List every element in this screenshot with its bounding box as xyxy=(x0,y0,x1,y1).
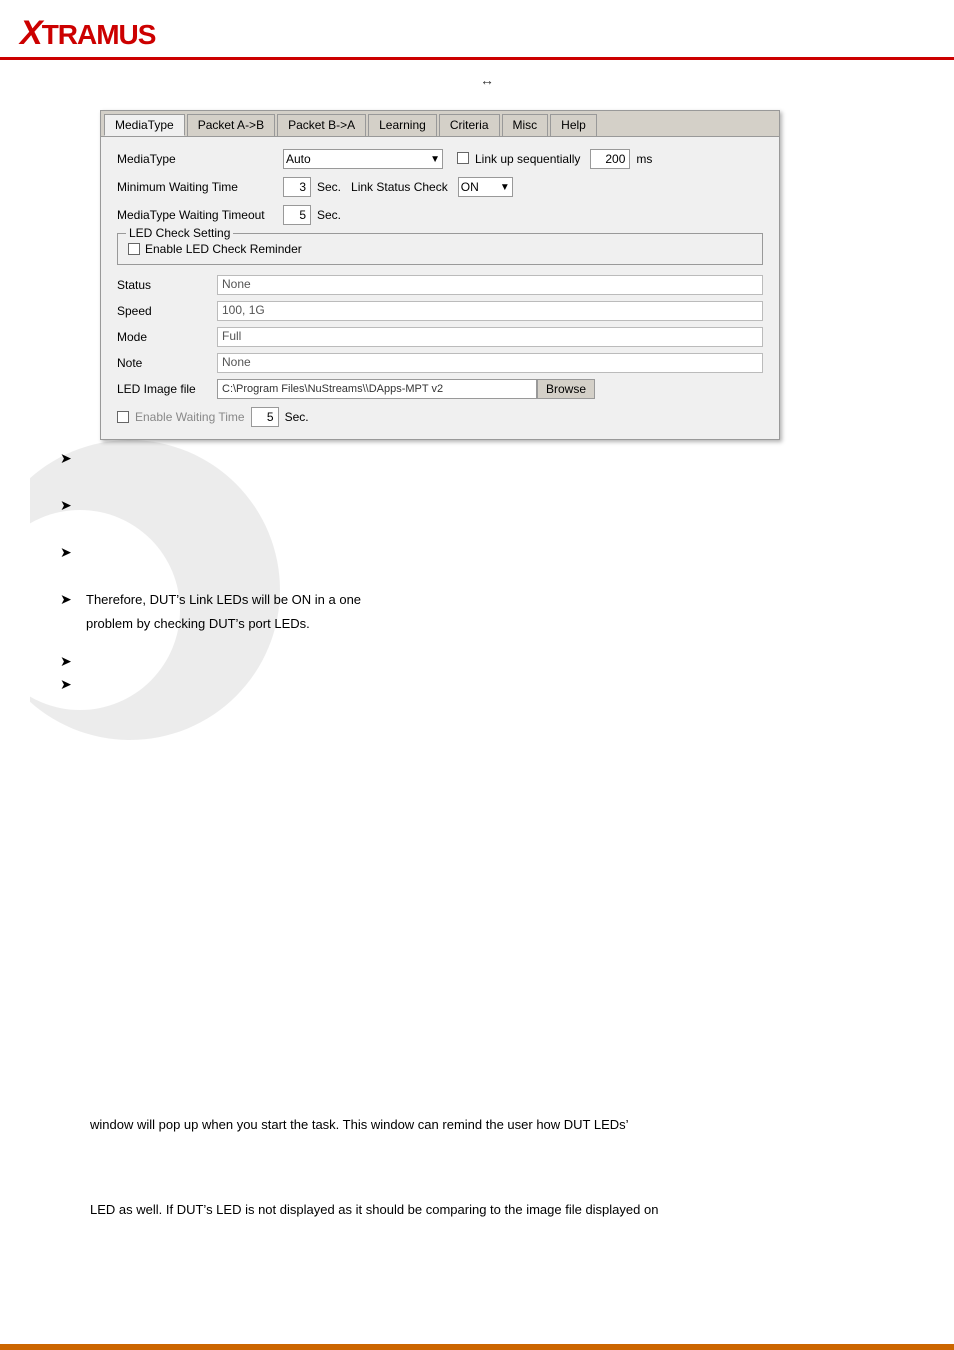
led-image-row: LED Image file Browse xyxy=(117,379,763,399)
min-wait-row: Minimum Waiting Time Sec. Link Status Ch… xyxy=(117,177,763,197)
note-row: Note None xyxy=(117,353,763,373)
dropdown-arrow-mediatype: ▼ xyxy=(430,154,440,165)
bullet-item-1: ➤ xyxy=(60,450,920,467)
tab-bar: MediaType Packet A->B Packet B->A Learni… xyxy=(101,111,779,137)
browse-button[interactable]: Browse xyxy=(537,379,595,399)
link-seq-check[interactable] xyxy=(457,152,469,164)
bullet-arrow-3: ➤ xyxy=(60,544,80,561)
enable-led-checkbox[interactable] xyxy=(128,243,140,255)
waiting-time-row: Enable Waiting Time Sec. xyxy=(117,407,763,427)
bullet-arrow-1: ➤ xyxy=(60,450,80,467)
bullet-text-4: Therefore, DUT’s Link LEDs will be ON in… xyxy=(86,591,361,609)
tab-misc[interactable]: Misc xyxy=(502,114,549,136)
footer-bar xyxy=(0,1344,954,1350)
logo-x: X xyxy=(20,14,42,52)
mode-label: Mode xyxy=(117,330,217,344)
status-label: Status xyxy=(117,278,217,292)
mediatype-row: MediaType Auto ▼ Link up sequentially ms xyxy=(117,149,763,169)
mediatype-dropdown[interactable]: Auto ▼ xyxy=(283,149,443,169)
enable-led-label[interactable]: Enable LED Check Reminder xyxy=(128,242,752,256)
note-value: None xyxy=(217,353,763,373)
bullet-item-2: ➤ xyxy=(60,497,920,514)
speed-row: Speed 100, 1G xyxy=(117,301,763,321)
timeout-label: MediaType Waiting Timeout xyxy=(117,208,277,222)
status-value: None xyxy=(217,275,763,295)
led-image-label: LED Image file xyxy=(117,382,217,396)
bullet-item-5: ➤ xyxy=(60,653,920,670)
link-seq-label: Link up sequentially xyxy=(475,152,580,166)
link-status-label: Link Status Check xyxy=(351,180,448,194)
dialog-content: MediaType Auto ▼ Link up sequentially ms… xyxy=(101,137,779,439)
dialog-box: MediaType Packet A->B Packet B->A Learni… xyxy=(100,110,780,440)
timeout-unit: Sec. xyxy=(317,208,341,222)
bullet-item-6: ➤ xyxy=(60,676,920,693)
timeout-row: MediaType Waiting Timeout Sec. xyxy=(117,205,763,225)
tab-packet-ba[interactable]: Packet B->A xyxy=(277,114,366,136)
link-status-value: ON xyxy=(461,180,493,194)
link-status-dropdown[interactable]: ON ▼ xyxy=(458,177,513,197)
waiting-time-label: Enable Waiting Time xyxy=(135,410,245,424)
mediatype-value: Auto xyxy=(286,152,325,166)
bullets-area: ➤ ➤ ➤ ➤ Therefore, DUT’s Link LEDs will … xyxy=(60,450,920,713)
text-block-1: window will pop up when you start the ta… xyxy=(90,1115,930,1135)
tab-packet-ab[interactable]: Packet A->B xyxy=(187,114,275,136)
tab-learning[interactable]: Learning xyxy=(368,114,437,136)
header-arrow: ↔ xyxy=(480,72,494,88)
speed-label: Speed xyxy=(117,304,217,318)
bullet-item-3: ➤ xyxy=(60,544,920,561)
logo: XTRAMUS xyxy=(20,14,155,53)
waiting-time-checkbox[interactable] xyxy=(117,411,129,423)
tab-criteria[interactable]: Criteria xyxy=(439,114,500,136)
text-block-2: LED as well. If DUT’s LED is not display… xyxy=(90,1200,930,1220)
speed-value: 100, 1G xyxy=(217,301,763,321)
bullet-continuation-4: problem by checking DUT’s port LEDs. xyxy=(86,615,920,633)
bullet-arrow-5: ➤ xyxy=(60,653,80,670)
mode-row: Mode Full xyxy=(117,327,763,347)
logo-rest: TRAMUS xyxy=(42,19,156,50)
link-seq-checkbox xyxy=(457,152,469,167)
bullet-item-4: ➤ Therefore, DUT’s Link LEDs will be ON … xyxy=(60,591,920,609)
note-label: Note xyxy=(117,356,217,370)
waiting-time-unit: Sec. xyxy=(285,410,309,424)
status-row: Status None xyxy=(117,275,763,295)
dropdown-arrow-link-status: ▼ xyxy=(500,182,510,193)
tab-help[interactable]: Help xyxy=(550,114,597,136)
led-image-path-input[interactable] xyxy=(217,379,537,399)
mediatype-label: MediaType xyxy=(117,152,277,166)
waiting-time-input[interactable] xyxy=(251,407,279,427)
timeout-input[interactable] xyxy=(283,205,311,225)
min-wait-input[interactable] xyxy=(283,177,311,197)
bullet-arrow-6: ➤ xyxy=(60,676,80,693)
led-check-group-label: LED Check Setting xyxy=(126,226,233,240)
led-check-group: LED Check Setting Enable LED Check Remin… xyxy=(117,233,763,265)
bullet-arrow-2: ➤ xyxy=(60,497,80,514)
bullet-cont-text-4: problem by checking DUT’s port LEDs. xyxy=(86,616,310,631)
bullet-arrow-4: ➤ xyxy=(60,591,80,608)
min-wait-unit: Sec. xyxy=(317,180,341,194)
enable-led-text: Enable LED Check Reminder xyxy=(145,242,302,256)
header: XTRAMUS xyxy=(0,0,954,60)
min-wait-label: Minimum Waiting Time xyxy=(117,180,277,194)
tab-mediatype[interactable]: MediaType xyxy=(104,114,185,136)
link-seq-ms-input[interactable] xyxy=(590,149,630,169)
mode-value: Full xyxy=(217,327,763,347)
link-seq-ms-unit: ms xyxy=(636,152,652,166)
